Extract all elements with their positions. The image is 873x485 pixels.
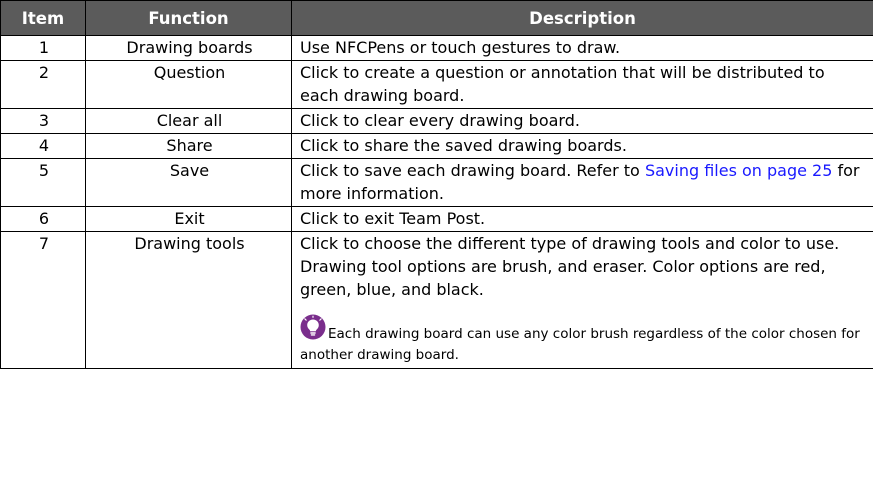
description: Click to share the saved drawing boards. xyxy=(291,133,873,159)
function-name: Drawing tools xyxy=(85,231,292,369)
table-row: 3 Clear all Click to clear every drawing… xyxy=(0,108,873,134)
table-header-row: Item Function Description xyxy=(0,0,873,36)
description: Click to clear every drawing board. xyxy=(291,108,873,134)
function-name: Question xyxy=(85,60,292,109)
header-item: Item xyxy=(0,0,86,36)
function-name: Drawing boards xyxy=(85,35,292,61)
item-number: 5 xyxy=(0,158,86,207)
tip-note: Each drawing board can use any color bru… xyxy=(300,314,867,367)
item-number: 4 xyxy=(0,133,86,159)
table-row: 6 Exit Click to exit Team Post. xyxy=(0,206,873,232)
description-text: Click to save each drawing board. Refer … xyxy=(300,161,645,180)
description-text: Click to choose the different type of dr… xyxy=(300,234,840,299)
tip-text: Each drawing board can use any color bru… xyxy=(300,326,860,363)
item-number: 2 xyxy=(0,60,86,109)
description: Use NFCPens or touch gestures to draw. xyxy=(291,35,873,61)
item-number: 3 xyxy=(0,108,86,134)
item-number: 6 xyxy=(0,206,86,232)
table-row: 4 Share Click to share the saved drawing… xyxy=(0,133,873,159)
item-number: 7 xyxy=(0,231,86,369)
item-number: 1 xyxy=(0,35,86,61)
table-row: 2 Question Click to create a question or… xyxy=(0,60,873,109)
description: Click to create a question or annotation… xyxy=(291,60,873,109)
function-name: Share xyxy=(85,133,292,159)
header-function: Function xyxy=(85,0,292,36)
table-row: 1 Drawing boards Use NFCPens or touch ge… xyxy=(0,35,873,61)
function-name: Save xyxy=(85,158,292,207)
table-row: 7 Drawing tools Click to choose the diff… xyxy=(0,231,873,369)
lightbulb-icon xyxy=(300,314,326,340)
function-name: Clear all xyxy=(85,108,292,134)
function-name: Exit xyxy=(85,206,292,232)
description: Click to exit Team Post. xyxy=(291,206,873,232)
table-row: 5 Save Click to save each drawing board.… xyxy=(0,158,873,207)
description: Click to choose the different type of dr… xyxy=(291,231,873,369)
description: Click to save each drawing board. Refer … xyxy=(291,158,873,207)
saving-files-link[interactable]: Saving files on page 25 xyxy=(645,161,832,180)
function-table: Item Function Description 1 Drawing boar… xyxy=(0,0,873,369)
header-description: Description xyxy=(291,0,873,36)
